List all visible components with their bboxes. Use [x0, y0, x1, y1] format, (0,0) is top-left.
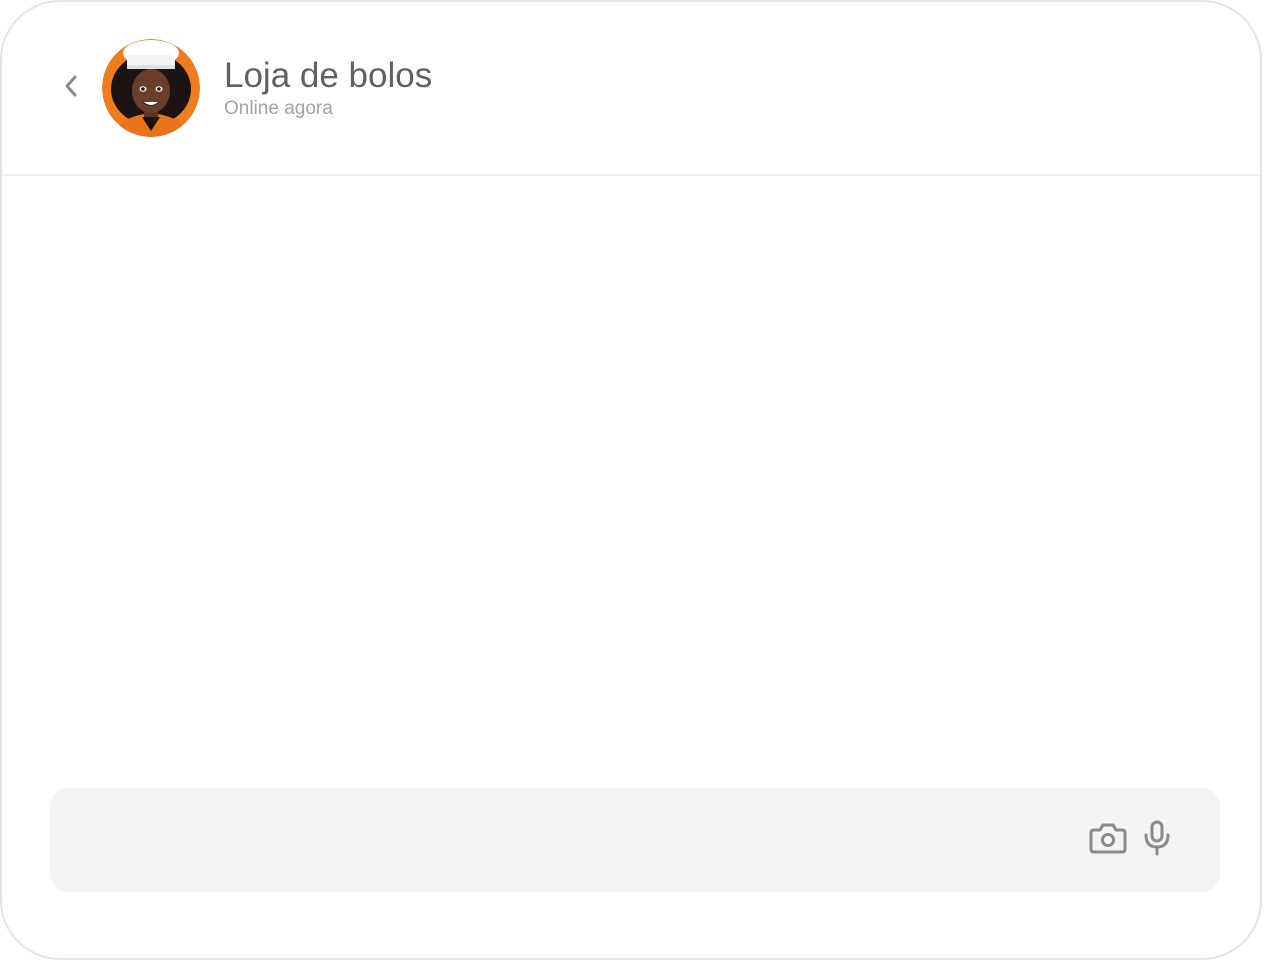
- message-composer: [50, 788, 1220, 894]
- microphone-icon: [1143, 820, 1171, 861]
- contact-status: Online agora: [224, 98, 333, 119]
- avatar-chef-illustration: [102, 39, 200, 137]
- camera-button[interactable]: [1088, 820, 1128, 860]
- chevron-left-icon: [62, 72, 80, 105]
- avatar[interactable]: [102, 39, 200, 137]
- message-input[interactable]: [74, 788, 1078, 894]
- back-button[interactable]: [56, 70, 86, 106]
- chat-header: Loja de bolos Online agora: [2, 2, 1260, 176]
- contact-name: Loja de bolos: [224, 56, 433, 95]
- message-list[interactable]: [2, 178, 1260, 768]
- microphone-button[interactable]: [1137, 820, 1177, 860]
- camera-icon: [1089, 821, 1127, 860]
- chat-window: Loja de bolos Online agora: [0, 0, 1262, 960]
